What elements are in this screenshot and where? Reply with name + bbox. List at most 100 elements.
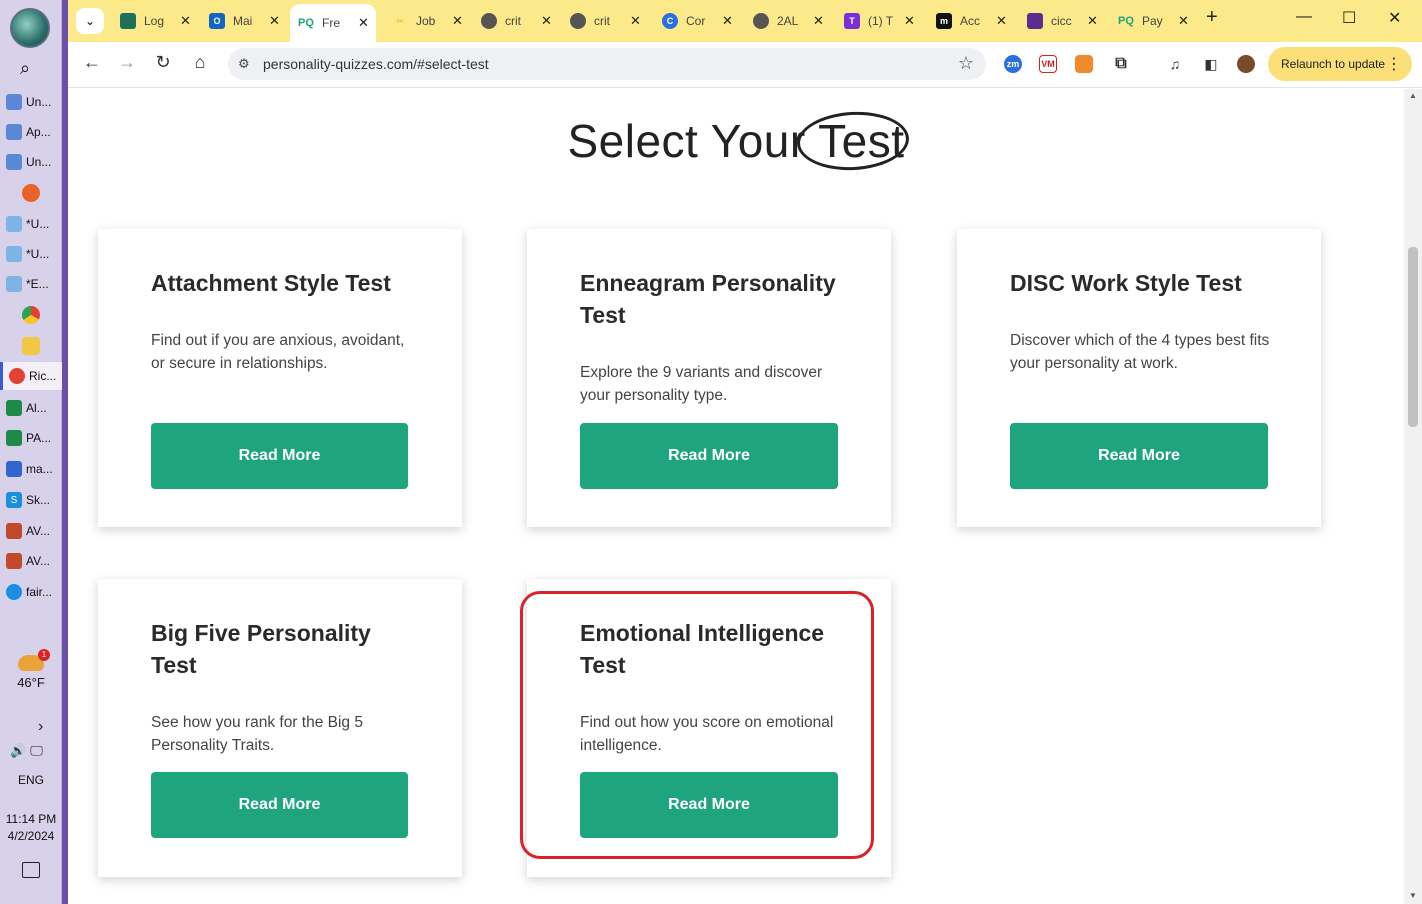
notepad-icon	[6, 276, 22, 292]
read-more-button[interactable]: Read More	[151, 423, 408, 489]
close-icon[interactable]: ✕	[904, 13, 915, 29]
extensions-puzzle-icon[interactable]: ⧉	[1112, 55, 1130, 73]
language-indicator[interactable]: ENG	[0, 773, 62, 787]
close-window-button[interactable]: ✕	[1388, 8, 1401, 28]
skype-icon: S	[6, 492, 22, 508]
taskbar-item[interactable]: *U...	[0, 210, 62, 238]
taskbar-item[interactable]: fair...	[0, 578, 62, 606]
taskbar-item[interactable]: PA...	[0, 424, 62, 452]
taskbar-item[interactable]: ma...	[0, 455, 62, 483]
browser-tab[interactable]: m Acc ✕	[928, 6, 1007, 36]
tab-search-button[interactable]: ⌄	[76, 8, 104, 34]
browser-tab[interactable]: 2AL ✕	[745, 6, 824, 36]
close-icon[interactable]: ✕	[722, 13, 733, 29]
read-more-button[interactable]: Read More	[580, 423, 838, 489]
close-icon[interactable]: ✕	[358, 15, 369, 31]
close-icon[interactable]: ✕	[813, 13, 824, 29]
close-icon[interactable]: ✕	[996, 13, 1007, 29]
notepad-icon	[6, 216, 22, 232]
network-icon[interactable]: 🖵	[30, 743, 47, 758]
close-icon[interactable]: ✕	[541, 13, 552, 29]
reload-button[interactable]: ↻	[151, 52, 175, 73]
metamask-icon[interactable]	[1075, 55, 1093, 73]
address-bar[interactable]: ⚙ personality-quizzes.com/#select-test ☆	[228, 48, 986, 80]
close-icon[interactable]: ✕	[630, 13, 641, 29]
clock[interactable]: 11:14 PM 4/2/2024	[0, 811, 62, 845]
card-title: DISC Work Style Test	[1010, 270, 1242, 296]
taskbar-item[interactable]: *U...	[0, 240, 62, 268]
browser-tab[interactable]: crit ✕	[473, 6, 552, 36]
profile-avatar[interactable]	[1237, 55, 1255, 73]
scroll-down-icon[interactable]: ▼	[1409, 891, 1417, 900]
highlight-annotation	[520, 591, 874, 859]
taskbar-item[interactable]: Al...	[0, 394, 62, 422]
side-panel-icon[interactable]: ◧	[1202, 55, 1220, 73]
site-info-icon[interactable]: ⚙	[238, 56, 250, 72]
browser-tab[interactable]: O Mai ✕	[201, 6, 280, 36]
file-explorer-icon[interactable]	[22, 337, 40, 355]
close-icon[interactable]: ✕	[180, 13, 191, 29]
test-card: Attachment Style Test Find out if you ar…	[98, 229, 462, 527]
kebab-menu-icon[interactable]: ⋮	[1386, 54, 1402, 74]
chrome-icon[interactable]	[22, 306, 40, 324]
minimize-button[interactable]: —	[1296, 8, 1312, 26]
job-icon: ✂	[396, 15, 404, 26]
card-title: Attachment Style Test	[151, 270, 391, 296]
sheets-icon	[6, 400, 22, 416]
taskbar-item[interactable]: Un...	[0, 88, 62, 116]
relaunch-button[interactable]: Relaunch to update ⋮	[1268, 47, 1412, 81]
chevron-right-icon[interactable]: ›	[38, 718, 43, 736]
browser-tab[interactable]: ✂ Job ✕	[384, 6, 463, 36]
tray-icons[interactable]: 🔊🖵	[10, 743, 47, 759]
t-icon: T	[844, 13, 860, 29]
vm-extension-icon[interactable]: VM	[1039, 55, 1057, 73]
zoom-extension-icon[interactable]: zm	[1004, 55, 1022, 73]
card-description: Discover which of the 4 types best fits …	[1010, 332, 1270, 372]
close-icon[interactable]: ✕	[1087, 13, 1098, 29]
firefox-icon[interactable]	[22, 184, 40, 202]
close-icon[interactable]: ✕	[1178, 13, 1189, 29]
pq-icon: PQ	[1118, 15, 1134, 27]
browser-tab[interactable]: crit ✕	[562, 6, 641, 36]
taskbar-item-active[interactable]: Ric...	[0, 362, 62, 390]
notification-icon[interactable]	[22, 862, 40, 878]
forward-button[interactable]: →	[115, 52, 139, 73]
back-button[interactable]: ←	[80, 52, 104, 73]
taskbar-item[interactable]: S Sk...	[0, 486, 62, 514]
scroll-up-icon[interactable]: ▲	[1409, 91, 1417, 100]
home-button[interactable]: ⌂	[188, 52, 212, 73]
scrollbar-thumb[interactable]	[1408, 247, 1418, 427]
edge-icon	[6, 584, 22, 600]
browser-tab[interactable]: cicc ✕	[1019, 6, 1098, 36]
sheets-icon	[6, 430, 22, 446]
close-icon[interactable]: ✕	[452, 13, 463, 29]
browser-tab-active[interactable]: PQ Fre ✕	[290, 4, 376, 42]
taskbar-item[interactable]: AV...	[0, 517, 62, 545]
weather-widget[interactable]: 1 46°F	[8, 649, 54, 690]
page-scrollbar[interactable]: ▲ ▼	[1404, 89, 1422, 904]
taskbar-item[interactable]: Un...	[0, 148, 62, 176]
speaker-icon[interactable]: 🔊	[10, 743, 30, 758]
maximize-button[interactable]: ☐	[1342, 8, 1356, 28]
globe-icon	[481, 13, 497, 29]
taskbar-item[interactable]: *E...	[0, 270, 62, 298]
browser-window: ⌄ Log ✕ O Mai ✕ PQ Fre ✕ ✂ Job ✕ crit ✕ crit ✕ CC…	[68, 0, 1422, 904]
browser-tab[interactable]: T (1) T ✕	[836, 6, 915, 36]
taskbar-item[interactable]: Ap...	[0, 118, 62, 146]
new-tab-button[interactable]: +	[1206, 6, 1218, 29]
globe-icon	[753, 13, 769, 29]
taskbar-item[interactable]: AV...	[0, 547, 62, 575]
windows-taskbar: ⌕ Un... Ap... Un... *U... *U... *E... Ri…	[0, 0, 62, 904]
search-icon[interactable]: ⌕	[20, 58, 30, 79]
chrome-icon	[9, 368, 25, 384]
browser-tab[interactable]: PQ Pay ✕	[1110, 6, 1189, 36]
browser-tab[interactable]: Log ✕	[112, 6, 191, 36]
start-button[interactable]	[10, 8, 50, 48]
read-more-button[interactable]: Read More	[1010, 423, 1268, 489]
browser-tab[interactable]: C Cor ✕	[654, 6, 733, 36]
read-more-button[interactable]: Read More	[151, 772, 408, 838]
url-text[interactable]: personality-quizzes.com/#select-test	[263, 56, 489, 72]
media-control-icon[interactable]: ♫	[1166, 55, 1184, 73]
bookmark-star-icon[interactable]: ☆	[958, 53, 974, 74]
close-icon[interactable]: ✕	[269, 13, 280, 29]
